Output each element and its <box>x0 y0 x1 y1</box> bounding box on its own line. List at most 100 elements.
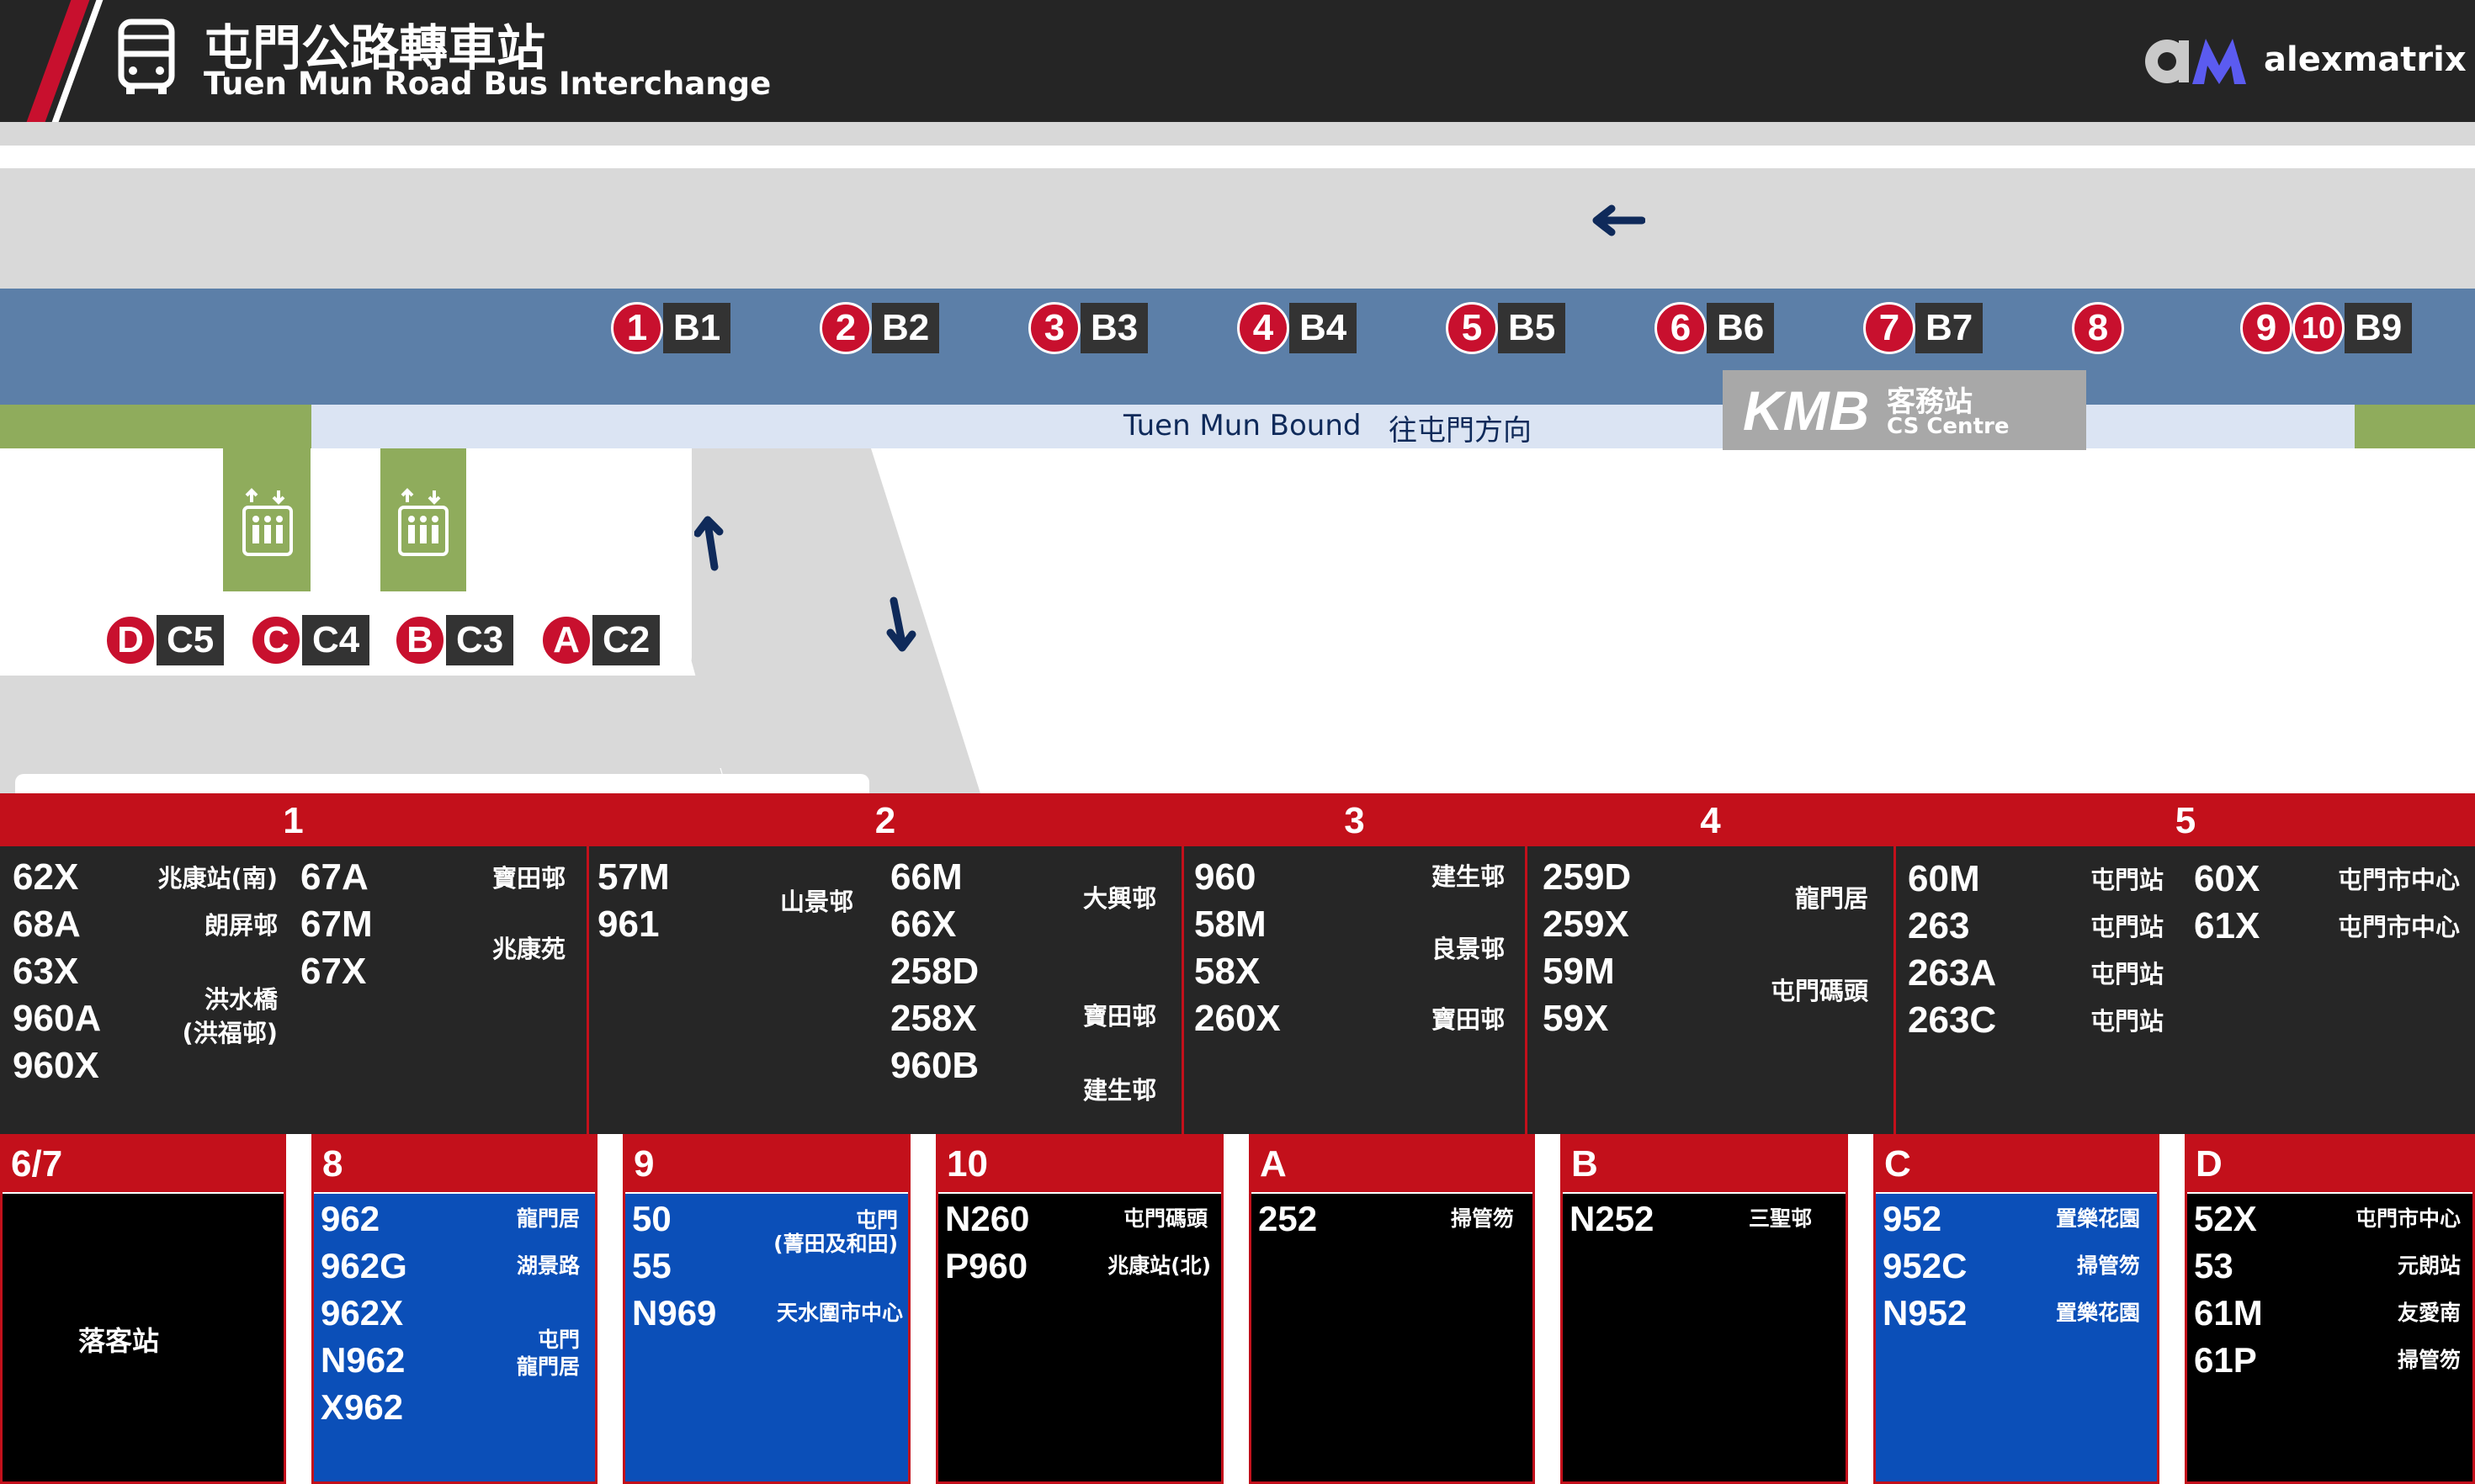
bay-code: C5 <box>157 615 225 665</box>
destination: 屯門市中心 <box>2355 1206 2461 1231</box>
route-number: 258X <box>890 998 977 1039</box>
destination: 兆康苑 <box>491 935 566 963</box>
panel-8: 8 962 962G 962X N962 X962 龍門居 湖景路 屯門 龍門居 <box>311 1134 598 1484</box>
route-number: 952C <box>1883 1246 1968 1285</box>
panel-3: 3 960 58M 58X 260X 建生邨 良景邨 寶田邨 <box>1182 796 1525 1134</box>
route-number: N969 <box>632 1293 717 1333</box>
bay-number: 1 <box>611 302 663 354</box>
bay-B: B C3 <box>394 612 514 668</box>
route-number: 68A <box>13 904 81 945</box>
route-number: 962G <box>321 1246 407 1285</box>
panel-label: B <box>1563 1137 1846 1192</box>
bay-code: B4 <box>1289 303 1357 353</box>
page-title-en: Tuen Mun Road Bus Interchange <box>204 66 772 102</box>
road-lane <box>0 168 2475 289</box>
route-number: 263A <box>1908 952 1997 994</box>
panel-label: C <box>1876 1137 2157 1192</box>
route-number: 58X <box>1194 951 1261 992</box>
header-bar: 屯門公路轉車站 Tuen Mun Road Bus Interchange al… <box>0 0 2475 122</box>
cs-centre: KMB 客務站 CS Centre <box>1723 370 2086 450</box>
destination: 屯門市中心 <box>2337 866 2460 894</box>
route-number: N252 <box>1569 1199 1654 1238</box>
route-number: 962 <box>321 1199 380 1238</box>
panel-label: 1 <box>0 796 587 846</box>
bound-label-zh: 往屯門方向 <box>1389 414 1532 448</box>
destination: 屯門站 <box>2090 913 2164 941</box>
lift-1 <box>223 448 311 591</box>
route-number: 263C <box>1908 999 1997 1041</box>
kmb-logo: KMB <box>1743 379 1870 442</box>
bus-icon <box>118 19 175 94</box>
route-number: 259D <box>1543 856 1632 898</box>
panel-label: 8 <box>314 1137 595 1192</box>
route-number: 63X <box>13 951 79 992</box>
route-number: 67A <box>300 856 369 898</box>
route-number: 260X <box>1194 998 1281 1039</box>
destination: 三聖邨 <box>1748 1206 1812 1231</box>
route-number: 59X <box>1543 998 1609 1039</box>
bay-code: B3 <box>1081 303 1149 353</box>
bay-code: B5 <box>1498 303 1566 353</box>
route-number: 66X <box>890 904 957 945</box>
route-number: 952 <box>1883 1199 1942 1238</box>
route-number: 61X <box>2194 905 2260 946</box>
destination: 大興邨 <box>1082 884 1156 913</box>
arrow-down-icon <box>886 596 916 652</box>
bay-9-10: 9 10 B9 <box>2240 299 2413 357</box>
route-number: 61P <box>2194 1340 2257 1380</box>
bay-1: 1 B1 <box>611 299 731 357</box>
destination: 龍門居 <box>1794 884 1868 913</box>
bay-code: B9 <box>2345 303 2413 353</box>
destination: (菁田及和田) <box>773 1232 898 1256</box>
lift-icon <box>242 488 293 556</box>
bay-6: 6 B6 <box>1654 299 1775 357</box>
route-number: 53 <box>2194 1246 2233 1285</box>
route-number: P960 <box>945 1246 1028 1285</box>
destination: 龍門居 <box>516 1354 580 1379</box>
panel-label: 4 <box>1527 796 1893 846</box>
panel-body: N260 P960 屯門碼頭 兆康站(北) <box>938 1194 1221 1481</box>
bay-7: 7 B7 <box>1863 299 1984 357</box>
lift-2 <box>380 448 466 591</box>
route-number: 263 <box>1908 905 1970 946</box>
arrow-up-icon <box>694 516 724 571</box>
route-number: 962X <box>321 1293 404 1333</box>
destination: 建生邨 <box>1082 1076 1156 1105</box>
route-number: 58M <box>1194 904 1267 945</box>
destination: 掃管笏 <box>2076 1253 2140 1278</box>
route-number: 50 <box>632 1199 672 1238</box>
destination: 元朗站 <box>2397 1253 2461 1278</box>
panel-D: D 52X 53 61M 61P 屯門市中心 元朗站 友愛南 掃管笏 <box>2185 1134 2475 1484</box>
route-number: X962 <box>321 1387 404 1427</box>
panel-label: 6/7 <box>3 1137 284 1192</box>
bay-number: 6 <box>1654 302 1707 354</box>
bay-code: C2 <box>592 615 661 665</box>
bay-number: 9 <box>2240 302 2292 354</box>
panel-10: 10 N260 P960 屯門碼頭 兆康站(北) <box>936 1134 1224 1484</box>
green-strip-left <box>0 405 311 448</box>
destination: 兆康站(北) <box>1107 1253 1211 1278</box>
panel-4: 4 259D 259X 59M 59X 龍門居 屯門碼頭 <box>1525 796 1893 1134</box>
lower-road <box>0 676 892 768</box>
destination: 寶田邨 <box>491 864 566 893</box>
bound-label-en: Tuen Mun Bound <box>1123 409 1362 443</box>
cs-centre-en: CS Centre <box>1887 414 2010 439</box>
green-strip-right <box>2355 405 2475 448</box>
bay-letter: A <box>540 614 592 666</box>
panel-body: 52X 53 61M 61P 屯門市中心 元朗站 友愛南 掃管笏 <box>2187 1194 2472 1481</box>
destination: 龍門居 <box>516 1206 580 1231</box>
route-number: N952 <box>1883 1293 1968 1333</box>
alexmatrix-logo-icon <box>2145 39 2246 84</box>
bay-letter: B <box>394 614 446 666</box>
bay-8: 8 <box>2072 299 2124 357</box>
bay-5: 5 B5 <box>1446 299 1566 357</box>
panel-label: D <box>2187 1137 2472 1192</box>
route-number: 960X <box>13 1045 99 1086</box>
destination: 洪水橋 <box>204 985 278 1014</box>
panel-2: 2 57M 961 山景邨 66M 66X 258D 258X 960B 大興邨… <box>587 796 1182 1134</box>
bay-number: 2 <box>820 302 872 354</box>
bay-code: C4 <box>302 615 370 665</box>
destination: 置樂花園 <box>2055 1206 2140 1231</box>
panel-9: 9 50 55 N969 屯門 (菁田及和田) 天水圍市中心 <box>623 1134 911 1484</box>
destination: 天水圍市中心 <box>776 1301 903 1325</box>
